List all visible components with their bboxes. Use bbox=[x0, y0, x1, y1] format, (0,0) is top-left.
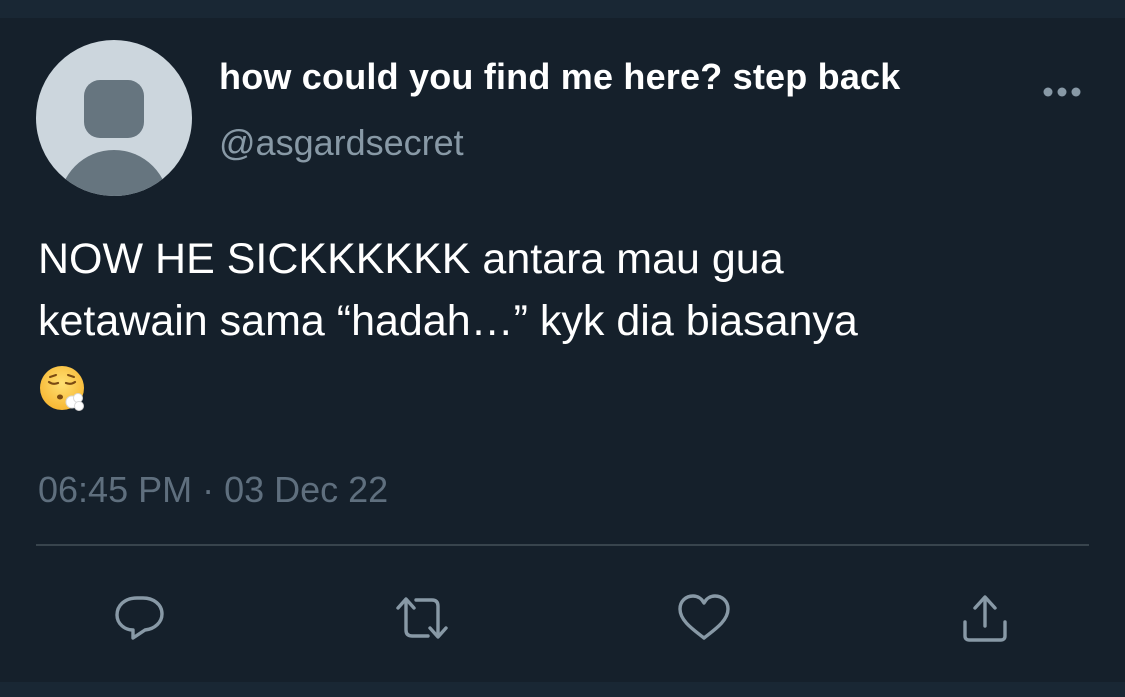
avatar-body-shape bbox=[59, 150, 169, 196]
tweet-text: NOW HE SICKKKKKK antara mau gua ketawain… bbox=[38, 235, 858, 345]
face-exhaling-emoji bbox=[38, 364, 88, 414]
heart-icon bbox=[674, 588, 734, 648]
bottom-edge bbox=[0, 682, 1125, 697]
share-icon bbox=[955, 588, 1015, 648]
action-bar bbox=[0, 586, 1125, 650]
retweet-icon bbox=[390, 588, 454, 648]
more-options-button[interactable] bbox=[1038, 78, 1086, 106]
more-horizontal-icon bbox=[1038, 78, 1086, 106]
display-name[interactable]: how could you find me here? step back bbox=[219, 56, 901, 98]
avatar-head-shape bbox=[84, 80, 144, 138]
reply-button[interactable] bbox=[108, 586, 172, 650]
tweet-timestamp[interactable]: 06:45 PM · 03 Dec 22 bbox=[38, 469, 388, 511]
like-button[interactable] bbox=[672, 586, 736, 650]
share-button[interactable] bbox=[953, 586, 1017, 650]
divider bbox=[36, 544, 1089, 546]
reply-icon bbox=[110, 588, 170, 648]
tweet-card: how could you find me here? step back @a… bbox=[0, 18, 1125, 697]
avatar[interactable] bbox=[36, 40, 192, 196]
user-handle[interactable]: @asgardsecret bbox=[219, 122, 464, 164]
top-edge bbox=[0, 0, 1125, 18]
retweet-button[interactable] bbox=[390, 586, 454, 650]
